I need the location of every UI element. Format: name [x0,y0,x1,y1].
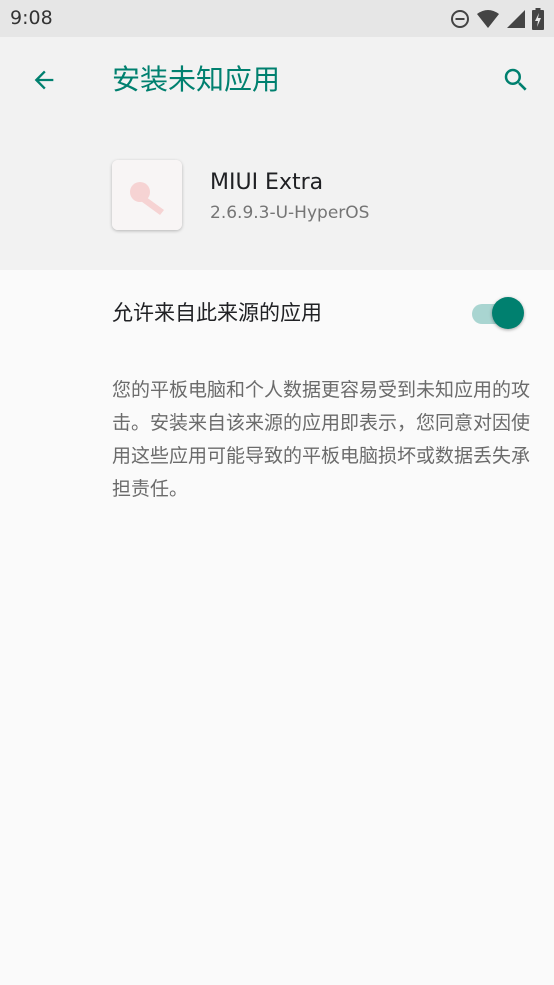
allow-source-setting[interactable]: 允许来自此来源的应用 [0,270,554,356]
app-version: 2.6.9.3-U-HyperOS [210,203,370,223]
page-title: 安装未知应用 [112,63,281,96]
status-icons [450,7,544,31]
warning-text: 您的平板电脑和个人数据更容易受到未知应用的攻击。安装来自该来源的应用即表示，您同… [112,379,531,500]
setting-label: 允许来自此来源的应用 [112,301,322,325]
back-button[interactable] [22,58,66,102]
signal-icon [506,9,526,29]
toolbar: 安装未知应用 [0,37,554,123]
app-header: 安装未知应用 MIUI Extra 2.6.9.3-U-HyperOS [0,37,554,270]
wifi-icon [476,9,500,29]
arrow-back-icon [30,66,58,94]
dnd-icon [450,9,470,29]
status-bar: 9:08 [0,0,554,37]
app-icon [112,160,182,230]
search-icon [501,65,531,95]
allow-source-toggle[interactable] [470,295,526,331]
toggle-thumb [492,297,524,329]
search-button[interactable] [494,58,538,102]
status-time: 9:08 [10,7,53,29]
battery-charging-icon [532,8,544,30]
app-name: MIUI Extra [210,170,324,195]
app-info: MIUI Extra 2.6.9.3-U-HyperOS [0,123,554,270]
